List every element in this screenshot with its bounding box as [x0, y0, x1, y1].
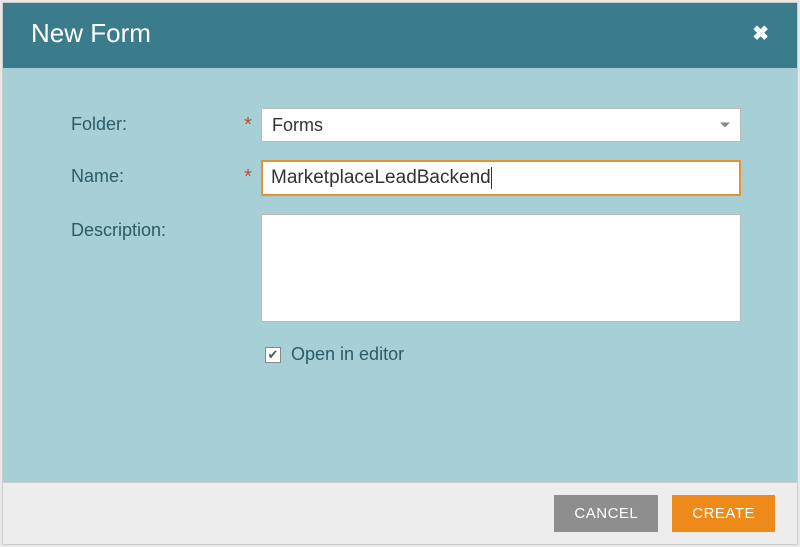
close-icon[interactable]: ✖ — [744, 17, 777, 50]
text-cursor — [491, 167, 492, 189]
name-label: Name: — [71, 160, 241, 187]
checkmark-icon: ✔ — [268, 348, 279, 361]
dialog-title: New Form — [31, 18, 151, 49]
description-textarea[interactable] — [261, 214, 741, 322]
dialog-header: New Form ✖ — [3, 3, 797, 68]
folder-row: Folder: * Forms — [71, 108, 741, 142]
folder-label: Folder: — [71, 108, 241, 135]
new-form-dialog: New Form ✖ Folder: * Forms Name: * Marke… — [2, 2, 798, 545]
name-input-value: MarketplaceLeadBackend — [271, 167, 491, 189]
description-label: Description: — [71, 214, 241, 241]
folder-select-value: Forms — [272, 115, 323, 136]
open-in-editor-checkbox[interactable]: ✔ — [265, 347, 281, 363]
open-in-editor-label[interactable]: Open in editor — [291, 344, 404, 365]
required-marker: * — [241, 160, 255, 189]
name-input[interactable]: MarketplaceLeadBackend — [261, 160, 741, 196]
cancel-button[interactable]: CANCEL — [554, 495, 658, 532]
open-in-editor-row: ✔ Open in editor — [265, 344, 741, 365]
required-marker: * — [241, 108, 255, 137]
name-row: Name: * MarketplaceLeadBackend — [71, 160, 741, 196]
create-button[interactable]: CREATE — [672, 495, 775, 532]
chevron-down-icon — [720, 123, 730, 128]
dialog-body: Folder: * Forms Name: * MarketplaceLeadB… — [3, 68, 797, 482]
dialog-footer: CANCEL CREATE — [3, 482, 797, 544]
description-row: Description: — [71, 214, 741, 322]
folder-select[interactable]: Forms — [261, 108, 741, 142]
